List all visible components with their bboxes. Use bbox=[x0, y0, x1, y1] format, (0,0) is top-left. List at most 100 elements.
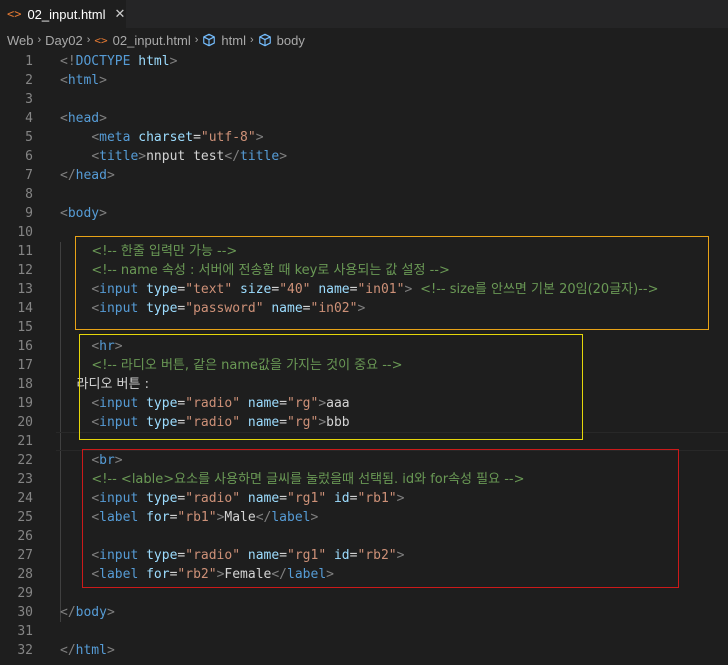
code-line[interactable]: 25 <label for="rb1">Male</label> bbox=[0, 508, 728, 527]
code-token: input bbox=[99, 301, 139, 316]
code-token: body bbox=[67, 206, 100, 221]
code-token: < bbox=[91, 130, 100, 145]
code-line[interactable]: 2 <html> bbox=[0, 71, 728, 90]
code-token: > bbox=[106, 643, 115, 658]
code-line[interactable]: 29 bbox=[0, 584, 728, 603]
code-token: name bbox=[247, 396, 280, 411]
code-token: = bbox=[279, 548, 288, 563]
code-line[interactable]: 22 <br> bbox=[0, 451, 728, 470]
code-line[interactable]: 16 <hr> bbox=[0, 337, 728, 356]
code-token: id bbox=[333, 548, 350, 563]
code-line[interactable]: 7 </head> bbox=[0, 166, 728, 185]
code-token: name bbox=[247, 548, 280, 563]
code-line[interactable]: 24 <input type="radio" name="rg1" id="rb… bbox=[0, 489, 728, 508]
code-line[interactable]: 20 <input type="radio" name="rg">bbb bbox=[0, 413, 728, 432]
code-line[interactable]: 15 bbox=[0, 318, 728, 337]
code-line[interactable]: 32 </html> bbox=[0, 641, 728, 660]
breadcrumb-item-web[interactable]: Web bbox=[7, 33, 34, 48]
code-token: "utf-8" bbox=[200, 130, 256, 145]
line-number: 26 bbox=[17, 529, 33, 544]
code-token: "radio" bbox=[185, 396, 241, 411]
code-line[interactable]: 9 <body> bbox=[0, 204, 728, 223]
chevron-right-icon: › bbox=[37, 34, 42, 46]
code-line[interactable]: 13 <input type="text" size="40" name="in… bbox=[0, 280, 728, 299]
code-token: "rg" bbox=[287, 415, 319, 430]
code-line[interactable]: 3 bbox=[0, 90, 728, 109]
code-line[interactable]: 28 <label for="rb2">Female</label> bbox=[0, 565, 728, 584]
code-line[interactable]: 10 bbox=[0, 223, 728, 242]
code-line[interactable]: 17 <!-- 라디오 버튼, 같은 name값을 가지는 것이 중요 --> bbox=[0, 356, 728, 375]
code-token: < bbox=[60, 206, 68, 221]
code-line[interactable]: 5 <meta charset="utf-8"> bbox=[0, 128, 728, 147]
code-token: = bbox=[193, 130, 201, 145]
code-token: = bbox=[279, 396, 288, 411]
code-token: "rb1" bbox=[357, 491, 397, 506]
code-token: > bbox=[318, 396, 327, 411]
code-token: label bbox=[99, 567, 139, 582]
code-line[interactable]: 1 <!DOCTYPE html> bbox=[0, 52, 728, 71]
code-token: > bbox=[326, 567, 334, 582]
code-text: <input type="radio" name="rg">bbb bbox=[60, 413, 349, 432]
line-number: 25 bbox=[17, 510, 33, 525]
code-text: <!-- <lable>요소를 사용하면 글씨를 눌렀을때 선택됨. id와 f… bbox=[60, 470, 524, 489]
editor-tab[interactable]: <> 02_input.html ✕ bbox=[0, 0, 126, 28]
code-token: 라디오 버튼 : bbox=[60, 377, 149, 392]
code-text: 라디오 버튼 : bbox=[60, 375, 149, 394]
code-token: <!-- <lable>요소를 사용하면 글씨를 눌렀을때 선택됨. id와 f… bbox=[91, 472, 525, 487]
code-line[interactable]: 8 bbox=[0, 185, 728, 204]
code-editor[interactable]: 1 <!DOCTYPE html> 2 <html> 3 4 <head> 5 <meta c… bbox=[0, 52, 728, 665]
code-line[interactable]: 11 <!-- 한줄 입력만 가능 --> bbox=[0, 242, 728, 261]
code-line[interactable]: 21 bbox=[0, 432, 728, 451]
line-number: 6 bbox=[25, 149, 33, 164]
code-token: head bbox=[75, 168, 107, 183]
line-number: 10 bbox=[17, 225, 33, 240]
code-token: Male bbox=[224, 510, 256, 525]
code-token: name bbox=[318, 282, 350, 297]
breadcrumb-item-body[interactable]: body bbox=[277, 33, 305, 48]
code-line[interactable]: 19 <input type="radio" name="rg">aaa bbox=[0, 394, 728, 413]
code-token: type bbox=[146, 301, 178, 316]
code-token: size bbox=[240, 282, 272, 297]
code-token: = bbox=[302, 301, 311, 316]
code-line[interactable]: 27 <input type="radio" name="rg1" id="rb… bbox=[0, 546, 728, 565]
code-token: "password" bbox=[185, 301, 264, 316]
code-token: br bbox=[99, 453, 115, 468]
code-token: < bbox=[91, 510, 100, 525]
code-token: "radio" bbox=[185, 548, 241, 563]
symbol-element-icon bbox=[203, 33, 216, 47]
code-line[interactable]: 12 <!-- name 속성 : 서버에 전송할 때 key로 사용되는 값 … bbox=[0, 261, 728, 280]
breadcrumb-item-html[interactable]: html bbox=[221, 33, 246, 48]
code-line[interactable]: 30 </body> bbox=[0, 603, 728, 622]
code-token: < bbox=[91, 282, 100, 297]
code-token: for bbox=[146, 510, 170, 525]
line-number: 23 bbox=[17, 472, 33, 487]
line-number: 21 bbox=[17, 434, 33, 449]
code-token: < bbox=[60, 111, 68, 126]
breadcrumb-item-day02[interactable]: Day02 bbox=[45, 33, 83, 48]
code-line[interactable]: 23 <!-- <lable>요소를 사용하면 글씨를 눌렀을때 선택됨. id… bbox=[0, 470, 728, 489]
code-line[interactable]: 4 <head> bbox=[0, 109, 728, 128]
code-line[interactable]: 6 <title>nnput test</title> bbox=[0, 147, 728, 166]
code-token: type bbox=[146, 415, 178, 430]
code-text: <head> bbox=[60, 109, 107, 128]
line-number: 12 bbox=[17, 263, 33, 278]
code-text: <label for="rb2">Female</label> bbox=[60, 565, 334, 584]
code-line[interactable]: 18 라디오 버튼 : bbox=[0, 375, 728, 394]
breadcrumb-item-file[interactable]: 02_input.html bbox=[113, 33, 191, 48]
code-text: <input type="text" size="40" name="in01"… bbox=[60, 280, 658, 299]
code-line[interactable]: 14 <input type="password" name="in02"> bbox=[0, 299, 728, 318]
code-text: <title>nnput test</title> bbox=[60, 147, 287, 166]
code-text: </head> bbox=[60, 166, 115, 185]
code-line[interactable]: 26 bbox=[0, 527, 728, 546]
code-token: < bbox=[91, 396, 100, 411]
code-token: html bbox=[138, 54, 170, 69]
close-icon[interactable]: ✕ bbox=[115, 6, 126, 22]
code-line[interactable]: 31 bbox=[0, 622, 728, 641]
